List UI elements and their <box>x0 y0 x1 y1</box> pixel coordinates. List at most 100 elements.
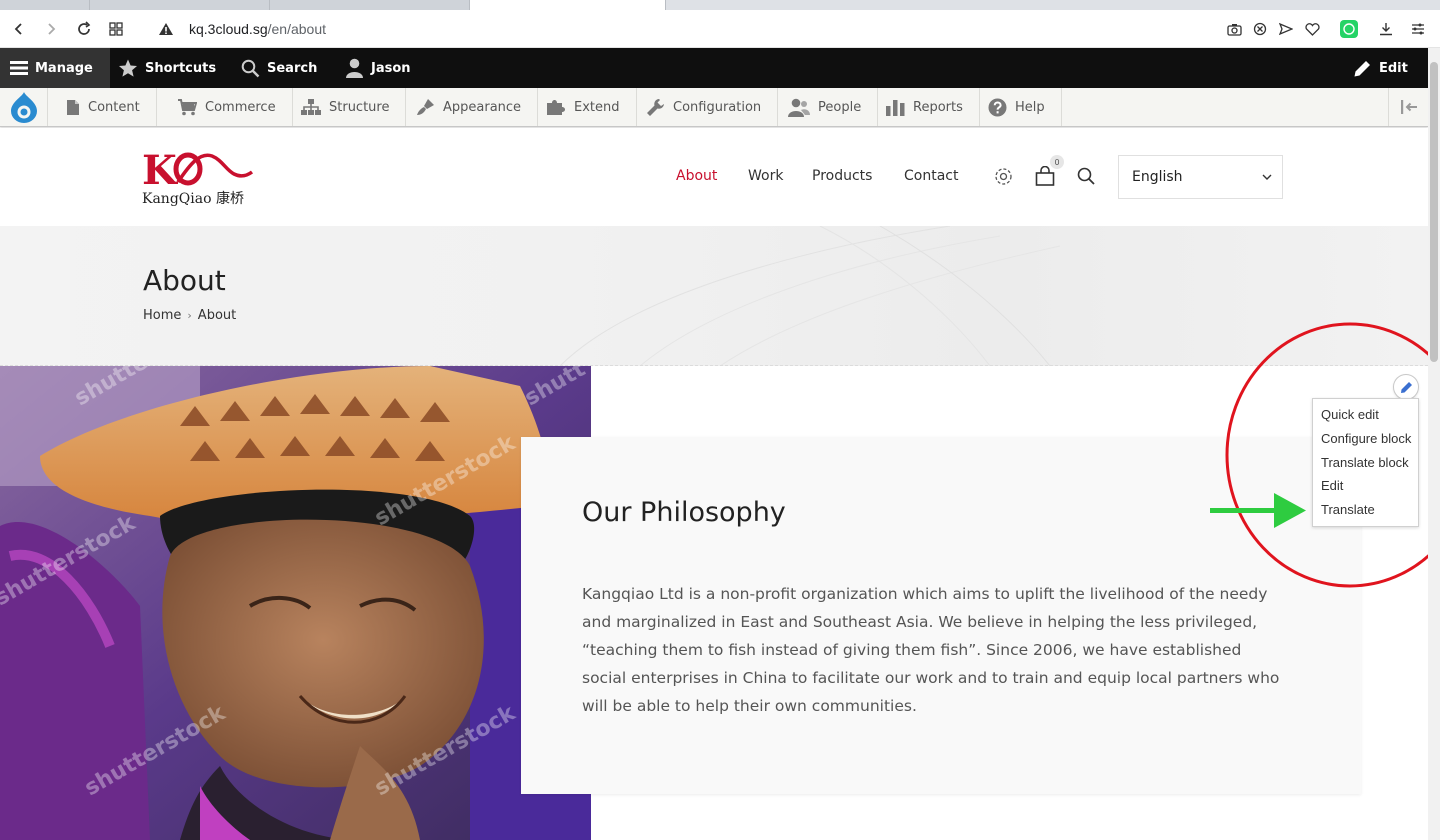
hamburger-icon <box>10 61 28 75</box>
shortcuts-button[interactable]: Shortcuts <box>118 48 216 88</box>
page-title: About <box>143 264 226 297</box>
logo-wordmark: KangQiao 康桥 <box>142 191 244 207</box>
send-icon[interactable] <box>1276 19 1296 39</box>
ctx-quick-edit[interactable]: Quick edit <box>1313 403 1418 427</box>
user-button[interactable]: Jason <box>345 48 411 88</box>
breadcrumb-current: About <box>197 308 237 323</box>
admin-menu-people[interactable]: People <box>770 88 879 126</box>
page-banner: About Home › About <box>0 226 1428 366</box>
language-select[interactable]: English <box>1118 155 1283 199</box>
ctx-edit[interactable]: Edit <box>1313 474 1418 498</box>
browser-address-bar: kq.3cloud.sg/en/about <box>0 10 1440 48</box>
nav-link-contact[interactable]: Contact <box>904 168 958 184</box>
manage-button[interactable]: Manage <box>0 48 110 88</box>
admin-menu-appearance[interactable]: Appearance <box>398 88 539 126</box>
search-button[interactable]: Search <box>241 48 317 88</box>
admin-menu-help[interactable]: Help <box>970 88 1062 126</box>
url-host: kq.3cloud.sg <box>189 21 268 37</box>
scrollbar-thumb[interactable] <box>1430 62 1438 362</box>
reload-icon[interactable] <box>73 18 95 40</box>
heart-icon[interactable] <box>1302 19 1322 39</box>
security-warning-icon[interactable] <box>155 18 177 40</box>
pencil-icon <box>1400 381 1412 393</box>
admin-menu-label: Commerce <box>205 99 276 115</box>
kangqiao-logo-icon: K <box>142 147 254 194</box>
adblock-icon[interactable] <box>1250 19 1270 39</box>
ctx-configure-block[interactable]: Configure block <box>1313 427 1418 451</box>
admin-menu-content[interactable]: Content <box>48 88 157 126</box>
admin-menu-label: Content <box>88 99 140 115</box>
language-select-value: English <box>1132 169 1183 185</box>
document-icon <box>67 99 79 115</box>
pencil-icon <box>1354 60 1370 76</box>
puzzle-icon <box>547 100 565 115</box>
site-logo[interactable]: K KangQiao 康桥 <box>142 147 256 210</box>
nav-link-about[interactable]: About <box>676 168 717 184</box>
settings-gear-icon[interactable] <box>992 165 1014 187</box>
url-path: /en/about <box>267 21 326 37</box>
admin-menu-label: Appearance <box>443 99 522 115</box>
page-scrollbar[interactable] <box>1428 48 1440 840</box>
user-icon <box>346 58 363 78</box>
ctx-translate[interactable]: Translate <box>1313 498 1418 522</box>
admin-menu-label: People <box>818 99 862 115</box>
hierarchy-icon <box>301 98 321 115</box>
edit-mode-button[interactable]: Edit <box>1353 48 1408 88</box>
edit-label: Edit <box>1379 60 1408 76</box>
chevron-down-icon <box>1262 174 1272 180</box>
back-icon[interactable] <box>8 18 30 40</box>
admin-menu-label: Structure <box>329 99 390 115</box>
url-field[interactable]: kq.3cloud.sg/en/about <box>189 21 326 37</box>
ctx-translate-block[interactable]: Translate block <box>1313 451 1418 475</box>
site-header: K KangQiao 康桥 About Work Products Contac… <box>0 128 1428 226</box>
camera-icon[interactable] <box>1224 19 1244 39</box>
browser-tab[interactable] <box>0 0 90 10</box>
svg-text:K: K <box>142 148 178 188</box>
nav-link-work[interactable]: Work <box>748 168 783 184</box>
contextual-links-menu: Quick edit Configure block Translate blo… <box>1312 398 1419 527</box>
search-icon <box>241 59 260 77</box>
breadcrumb-separator: › <box>187 309 192 322</box>
nav-link-products[interactable]: Products <box>812 168 872 184</box>
person-icon <box>788 98 810 117</box>
card-body-text: Kangqiao Ltd is a non-profit organizatio… <box>582 585 1280 715</box>
browser-tab[interactable] <box>270 0 470 10</box>
woman-photo-illustration: shutterstock shutterstock shutterstock s… <box>0 366 591 840</box>
admin-menu-label: Extend <box>574 99 620 115</box>
admin-menu-commerce[interactable]: Commerce <box>159 88 293 126</box>
search-icon[interactable] <box>1075 165 1097 187</box>
breadcrumb-home-link[interactable]: Home <box>143 308 181 323</box>
paintbrush-icon <box>417 99 434 115</box>
admin-menu-label: Help <box>1015 99 1045 115</box>
browser-tab-active[interactable] <box>470 0 666 10</box>
wrench-icon <box>647 98 664 116</box>
manage-label: Manage <box>35 60 93 76</box>
admin-menu-structure[interactable]: Structure <box>283 88 407 126</box>
shortcuts-label: Shortcuts <box>145 60 217 76</box>
browser-tab[interactable] <box>90 0 270 10</box>
drupal-logo-icon[interactable] <box>0 88 48 126</box>
admin-menu-reports[interactable]: Reports <box>868 88 980 126</box>
whatsapp-icon[interactable] <box>1339 19 1359 39</box>
admin-toolbar: Manage Shortcuts Search Jason Edit <box>0 48 1428 88</box>
admin-menu-extend[interactable]: Extend <box>528 88 637 126</box>
admin-menu-label: Reports <box>913 99 963 115</box>
cart-icon <box>178 98 197 115</box>
browser-tab-strip <box>0 0 1440 10</box>
admin-menu-tray: Content Commerce Structure Appearance Ex… <box>0 88 1428 127</box>
admin-menu-label: Configuration <box>673 99 762 115</box>
search-label: Search <box>267 60 318 76</box>
philosophy-card: Our Philosophy Kangqiao Ltd is a non-pro… <box>521 437 1361 794</box>
user-label: Jason <box>371 60 411 76</box>
download-icon[interactable] <box>1376 19 1396 39</box>
tray-collapse-icon[interactable] <box>1388 88 1428 126</box>
admin-menu-configuration[interactable]: Configuration <box>628 88 779 126</box>
shopping-bag-icon[interactable] <box>1034 165 1056 187</box>
easy-setup-icon[interactable] <box>1408 19 1428 39</box>
bar-chart-icon <box>886 99 905 116</box>
forward-icon[interactable] <box>40 18 62 40</box>
star-icon <box>119 59 137 77</box>
contextual-links-button[interactable] <box>1393 374 1419 400</box>
speed-dial-icon[interactable] <box>105 18 127 40</box>
cart-count-badge: 0 <box>1050 155 1064 169</box>
